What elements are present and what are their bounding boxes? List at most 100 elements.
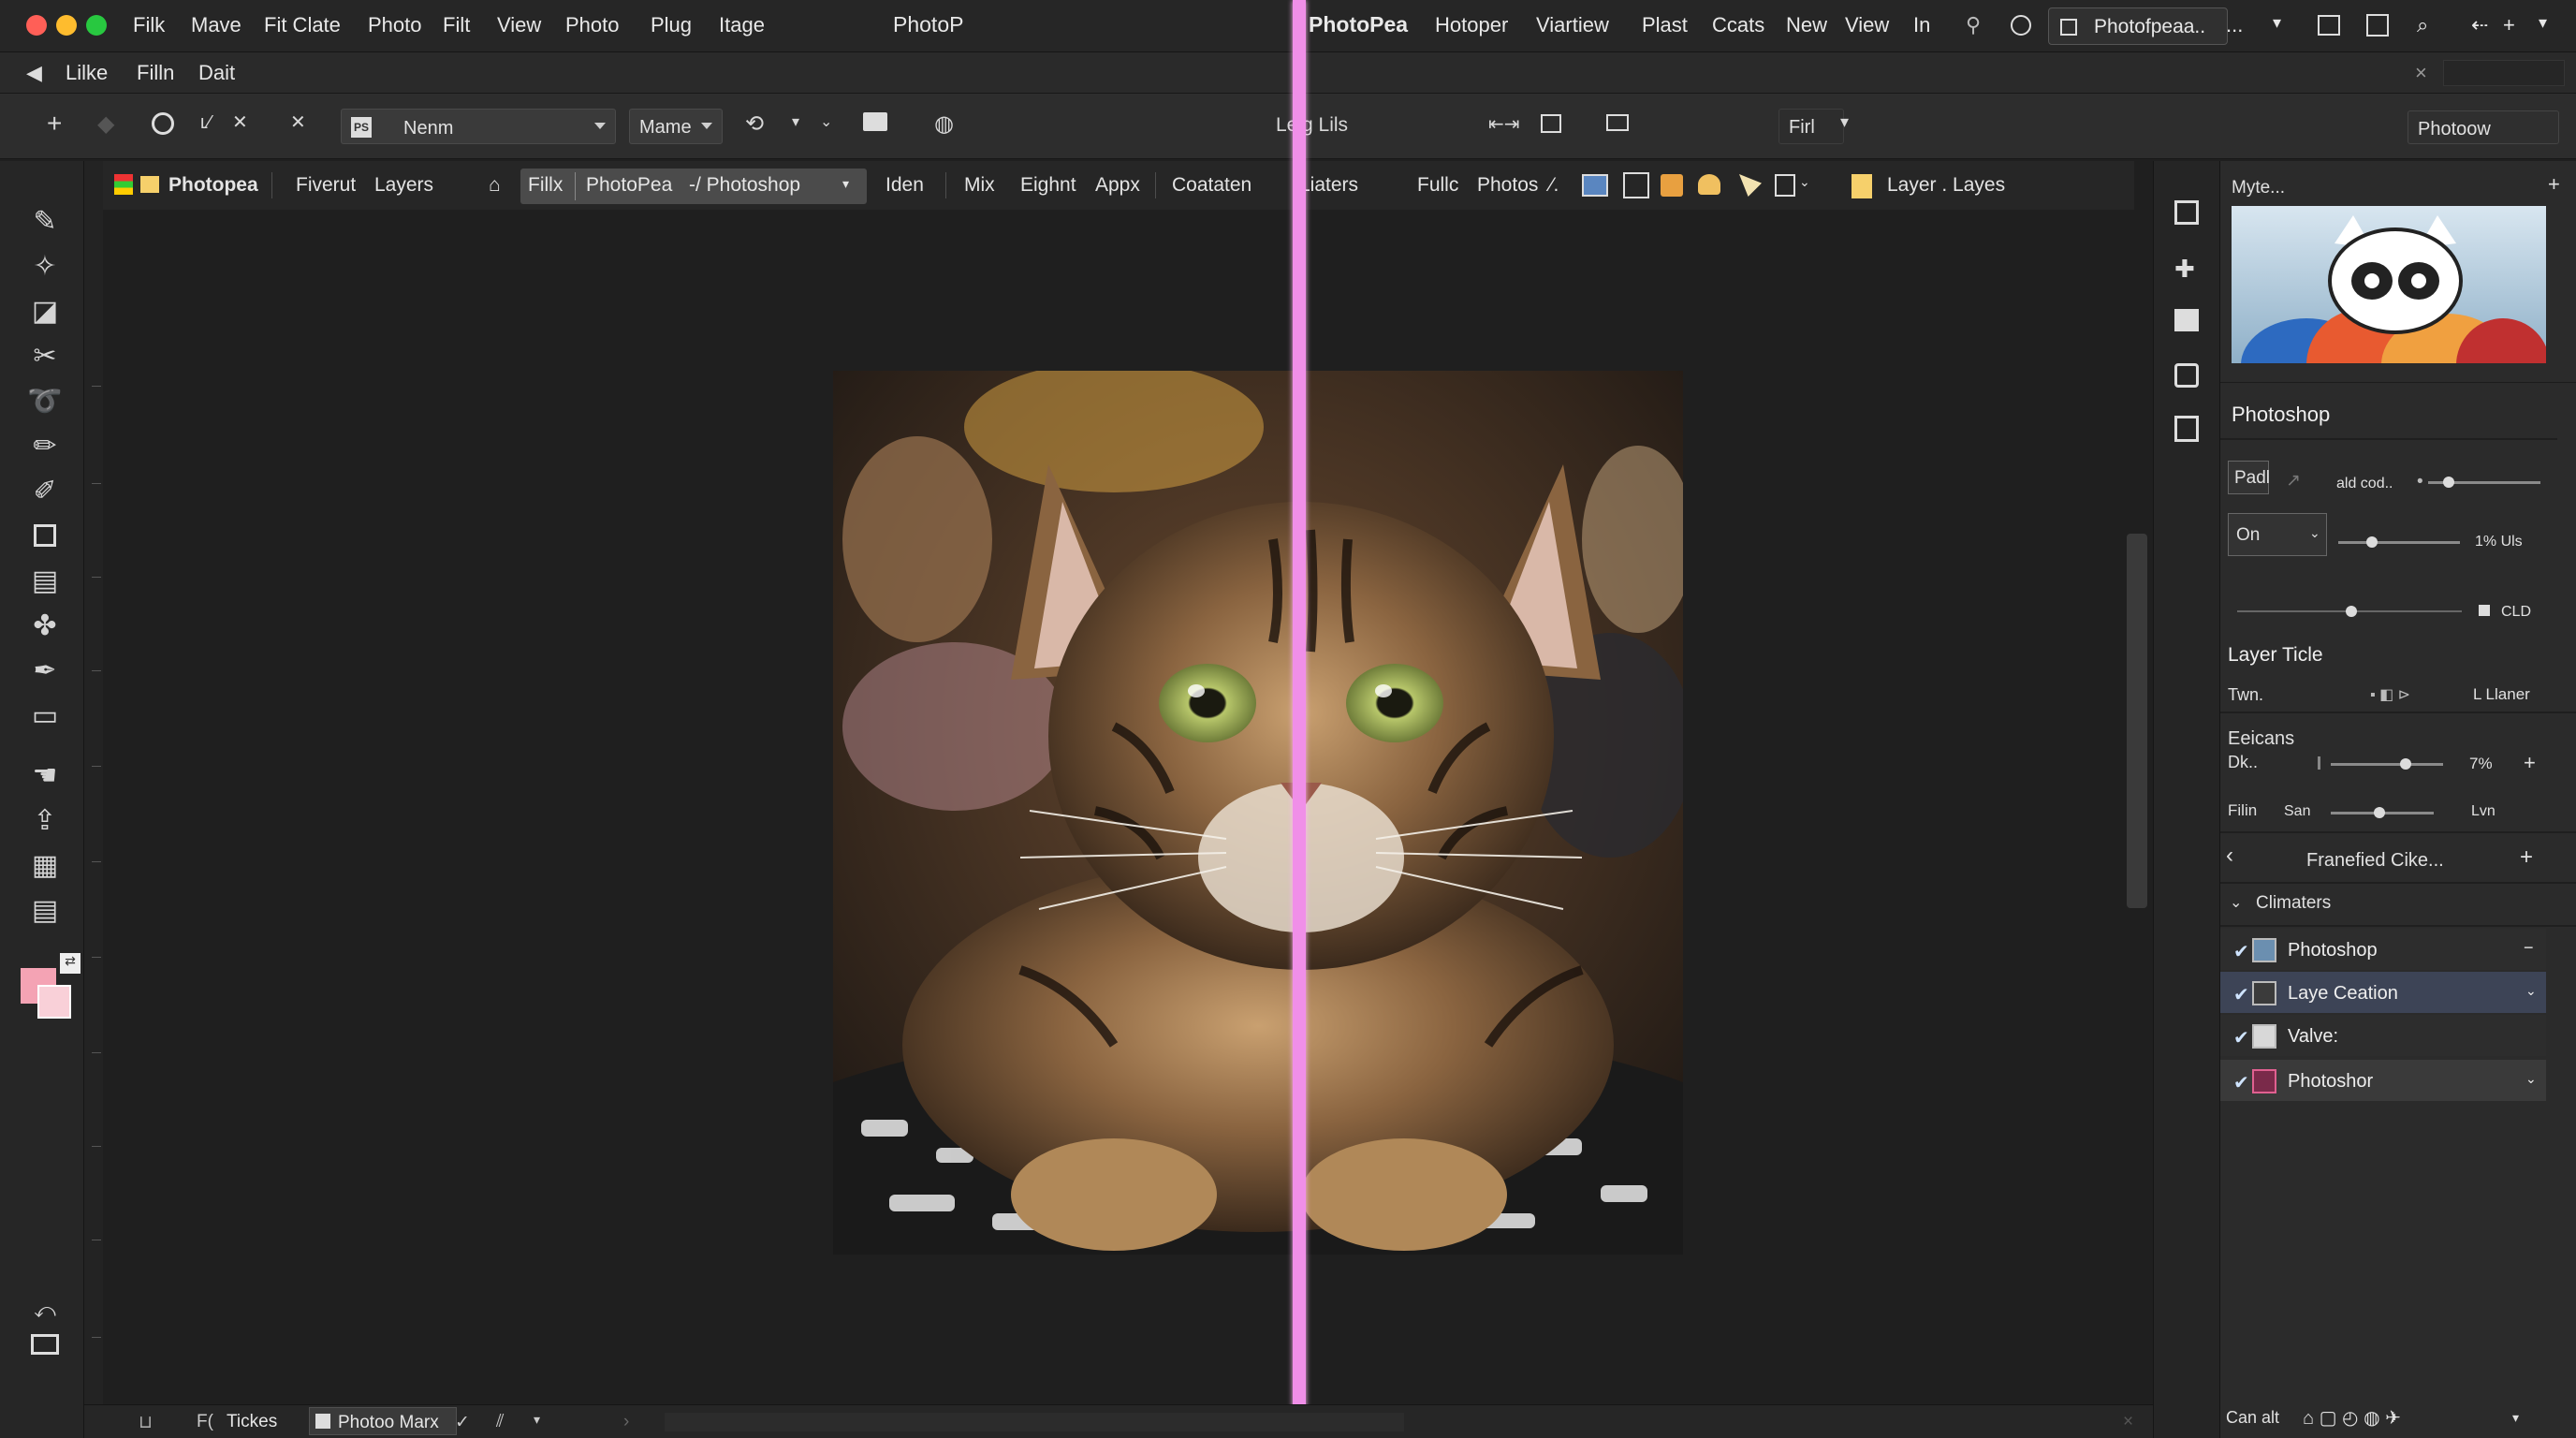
chevron-down-icon[interactable]: ▾ bbox=[792, 112, 799, 131]
folder-icon[interactable] bbox=[863, 112, 887, 131]
menu-item[interactable]: Photo bbox=[565, 13, 620, 37]
history-icon[interactable] bbox=[2174, 200, 2199, 225]
slider-track[interactable] bbox=[2331, 763, 2443, 766]
brand-tab[interactable]: Photopea bbox=[168, 174, 258, 197]
home-icon[interactable]: ⌂ bbox=[489, 174, 501, 197]
rectangle-tool-icon[interactable] bbox=[26, 517, 64, 554]
chevron-right-icon[interactable]: › bbox=[623, 1412, 629, 1432]
clear-icon[interactable]: ✕ bbox=[290, 110, 306, 134]
chevron-down-icon[interactable]: ▾ bbox=[2273, 13, 2281, 33]
pad-button[interactable]: Padl bbox=[2228, 461, 2270, 494]
layer-row[interactable]: ✔ Photoshor ⌄ bbox=[2220, 1060, 2546, 1101]
file-icon[interactable] bbox=[1775, 174, 1795, 197]
background-color-swatch[interactable] bbox=[37, 985, 71, 1019]
puzzle-icon[interactable]: ✚ bbox=[2174, 255, 2195, 284]
menu-item[interactable]: In bbox=[1913, 13, 1930, 37]
calendar-icon[interactable] bbox=[2318, 15, 2340, 36]
chevron-down-icon[interactable]: ▾ bbox=[2512, 1410, 2519, 1426]
rotate-icon[interactable]: ⟲ bbox=[745, 110, 764, 138]
adjust-icon[interactable] bbox=[2174, 363, 2199, 388]
align-icon[interactable]: ⇤⇥ bbox=[1488, 112, 1520, 136]
close-window-button[interactable] bbox=[26, 15, 47, 36]
quick-mask-icon[interactable] bbox=[26, 1326, 64, 1363]
collapse-icon[interactable]: ⇠ bbox=[2471, 13, 2488, 37]
menu-item[interactable]: Photo bbox=[368, 13, 422, 37]
chevron-down-icon[interactable]: ▾ bbox=[2539, 13, 2547, 33]
chevron-left-icon[interactable]: ‹ bbox=[2226, 843, 2233, 869]
footer-icons[interactable]: ⌂ ▢ ◴ ◍ ✈ bbox=[2303, 1406, 2401, 1430]
layer-row[interactable]: ✔ Photoshop − bbox=[2220, 929, 2546, 970]
menu-item[interactable]: Viartiew bbox=[1536, 13, 1609, 37]
preset-select[interactable]: PS Nenm bbox=[341, 109, 616, 144]
document-tab[interactable]: Photoo Marx bbox=[309, 1407, 457, 1435]
zoom-window-button[interactable] bbox=[86, 15, 107, 36]
tab-item[interactable]: Coataten bbox=[1172, 174, 1251, 197]
image-icon[interactable] bbox=[1582, 174, 1608, 197]
chevron-down-icon[interactable]: ▾ bbox=[1840, 112, 1849, 132]
layer-row[interactable]: ✔ Valve: bbox=[2220, 1015, 2546, 1056]
tab-item[interactable]: Layers bbox=[374, 174, 433, 197]
cat-photo[interactable] bbox=[833, 371, 1683, 1255]
search-icon[interactable]: ⌕ bbox=[2417, 13, 2428, 37]
tab-item[interactable]: Iden bbox=[886, 174, 924, 197]
checkmark-icon[interactable]: ✔ bbox=[2233, 1071, 2249, 1094]
paint-bucket-icon[interactable]: ◪ bbox=[26, 292, 64, 330]
mode-select[interactable]: Mame bbox=[629, 109, 723, 144]
window-tab[interactable]: Photofpeaa.. bbox=[2048, 7, 2228, 45]
minimize-window-button[interactable] bbox=[56, 15, 77, 36]
menu-item[interactable]: Hotoper bbox=[1435, 13, 1508, 37]
menu-item[interactable]: View bbox=[497, 13, 541, 37]
chevron-down-icon[interactable]: ⌄ bbox=[2525, 983, 2537, 999]
tab-item[interactable]: Fiverut bbox=[296, 174, 356, 197]
chevron-down-icon[interactable]: ⌄ bbox=[820, 112, 832, 131]
secondary-menu-item[interactable]: Filln bbox=[137, 61, 174, 85]
menu-item[interactable]: New bbox=[1786, 13, 1827, 37]
menu-item[interactable]: Itage bbox=[719, 13, 765, 37]
checkmark-icon[interactable]: ✔ bbox=[2233, 1026, 2249, 1049]
export-tool-icon[interactable]: ⇪ bbox=[26, 801, 64, 839]
pen-icon[interactable]: ⁄. bbox=[1550, 174, 1559, 197]
frame-icon[interactable] bbox=[1541, 114, 1561, 133]
slider-knob[interactable] bbox=[2374, 807, 2385, 818]
tab-options-icon[interactable]: ⫽ bbox=[496, 1412, 504, 1432]
move-tool-icon[interactable]: ✎ bbox=[26, 202, 64, 240]
chevron-down-icon[interactable]: ▾ bbox=[534, 1412, 540, 1428]
minus-icon[interactable]: − bbox=[2524, 938, 2534, 958]
tab-item[interactable]: Eighnt bbox=[1020, 174, 1076, 197]
layers-icon[interactable] bbox=[2174, 309, 2199, 331]
blend-select[interactable]: On ⌄ bbox=[2228, 513, 2327, 556]
close-icon[interactable]: × bbox=[2415, 61, 2427, 85]
document-icon[interactable] bbox=[1623, 172, 1649, 198]
tab-item[interactable]: Fullc bbox=[1417, 174, 1458, 197]
add-icon[interactable]: + bbox=[2520, 844, 2533, 871]
slider-knob[interactable] bbox=[2366, 536, 2378, 548]
tab-item[interactable]: Liaters bbox=[1299, 174, 1358, 197]
text-tool-icon[interactable]: ▤ bbox=[26, 891, 64, 929]
menu-item[interactable]: Plug bbox=[651, 13, 692, 37]
cloud-icon[interactable] bbox=[1698, 174, 1720, 195]
menu-item[interactable]: Ccats bbox=[1712, 13, 1764, 37]
export-icon[interactable] bbox=[1661, 174, 1683, 197]
panel-icon[interactable] bbox=[2366, 14, 2389, 37]
fx-icon[interactable]: F( bbox=[197, 1412, 213, 1432]
shape-tool-icon[interactable]: ▭ bbox=[26, 697, 64, 734]
menu-item[interactable]: Fit Clate bbox=[264, 13, 341, 37]
pin-icon[interactable]: ⚲ bbox=[1966, 13, 1981, 37]
pen-tool-icon[interactable]: ✒ bbox=[26, 652, 64, 689]
circle-icon[interactable] bbox=[2011, 15, 2031, 36]
checkmark-icon[interactable]: ✔ bbox=[2233, 983, 2249, 1006]
menu-item[interactable]: View bbox=[1845, 13, 1889, 37]
plus-icon[interactable]: + bbox=[47, 109, 62, 139]
crop-tool-icon[interactable]: ✂ bbox=[26, 337, 64, 374]
tab-item[interactable]: Appx bbox=[1095, 174, 1140, 197]
add-icon[interactable]: + bbox=[2503, 13, 2515, 37]
close-icon[interactable]: × bbox=[2123, 1412, 2133, 1432]
more-menu[interactable]: ... bbox=[2226, 13, 2243, 37]
secondary-menu-item[interactable]: Dait bbox=[198, 61, 235, 85]
toggle-icon[interactable]: ⊔ bbox=[139, 1412, 153, 1433]
tab-item[interactable]: Layer . Layes bbox=[1887, 174, 2005, 197]
swap-colors-icon[interactable]: ⇄ bbox=[60, 953, 80, 974]
slider-knob[interactable] bbox=[2400, 758, 2411, 770]
ticks-label[interactable]: Tickes bbox=[227, 1412, 277, 1432]
search-field[interactable]: Photoow bbox=[2408, 110, 2559, 144]
